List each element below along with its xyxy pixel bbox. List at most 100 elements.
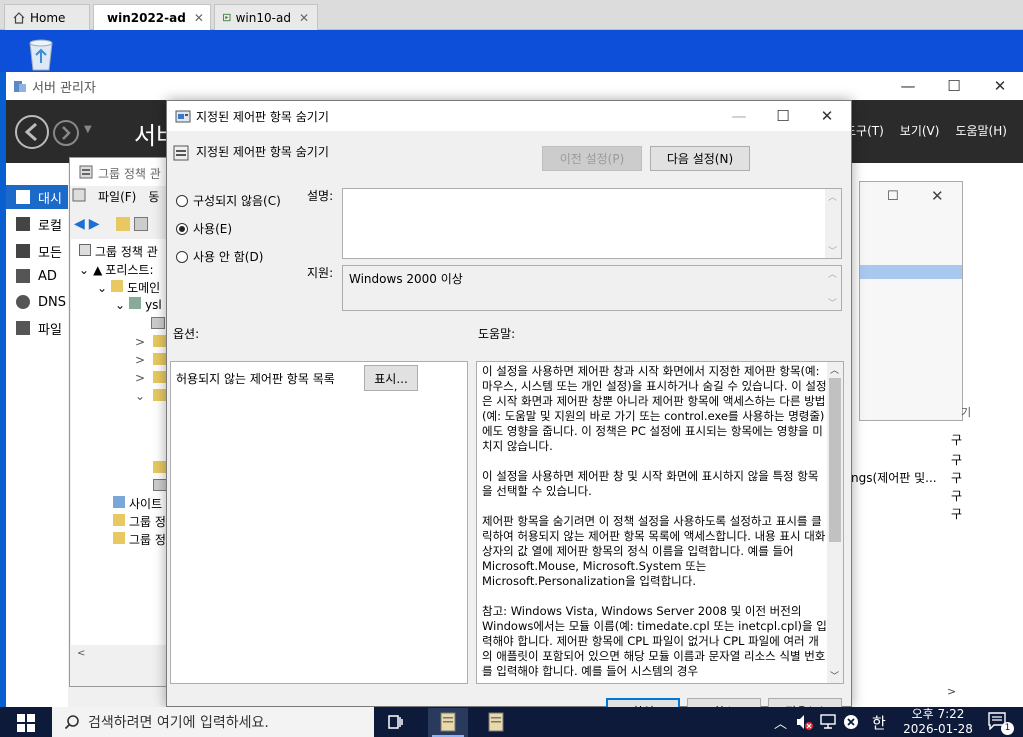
expand-icon[interactable]: >: [135, 353, 145, 367]
scroll-left-icon[interactable]: <: [77, 648, 85, 659]
close-button[interactable]: ✕: [977, 72, 1023, 100]
nav-dns[interactable]: DNS: [16, 290, 66, 314]
minimize-button[interactable]: —: [885, 72, 931, 100]
wmi-folder-icon[interactable]: [153, 479, 167, 491]
ou-folder-icon[interactable]: [153, 335, 167, 347]
back-arrow-icon[interactable]: ◀: [74, 216, 85, 232]
expand-icon[interactable]: >: [135, 371, 145, 385]
minimize-button[interactable]: —: [716, 102, 762, 130]
tree-sites[interactable]: 사이트: [113, 495, 162, 512]
notepad-icon: [440, 712, 456, 732]
expand-icon[interactable]: ⌄: [97, 281, 107, 295]
gp-menubar: 파일(F) 동: [72, 188, 168, 208]
restore-icon[interactable]: ☐: [887, 189, 899, 204]
results-icon: [113, 532, 125, 544]
expand-icon[interactable]: >: [135, 335, 145, 349]
taskbar-app-server-manager[interactable]: [428, 708, 468, 737]
next-setting-button[interactable]: 다음 설정(N): [650, 146, 750, 171]
radio-disabled[interactable]: 사용 안 함(D): [176, 248, 263, 265]
scroll-right-icon[interactable]: >: [947, 685, 956, 698]
close-button[interactable]: ✕: [804, 102, 850, 130]
forest-icon: ▲: [93, 263, 103, 277]
tree-forest[interactable]: ⌄ ▲ 포리스트:: [79, 261, 154, 278]
horizontal-scrollbar[interactable]: <: [71, 645, 167, 661]
notification-center[interactable]: 1: [988, 712, 1014, 735]
nav-file[interactable]: 파일: [16, 316, 62, 340]
nav-dashboard[interactable]: 대시: [16, 185, 62, 209]
taskbar-app-gpmc[interactable]: [476, 708, 516, 737]
modeling-icon: [113, 514, 125, 526]
close-tab-icon[interactable]: ✕: [299, 11, 309, 25]
ou-folder-icon[interactable]: [153, 389, 167, 401]
help-paragraph: 제어판 항목을 숨기려면 이 정책 설정을 사용하도록 설정하고 표시를 클릭하…: [482, 514, 826, 588]
window-title: 그룹 정책 관: [98, 167, 161, 181]
menu-action[interactable]: 동: [148, 188, 159, 208]
scroll-up-icon[interactable]: ︿: [830, 363, 839, 376]
forward-arrow-icon[interactable]: ▶: [89, 216, 100, 232]
network-icon[interactable]: [819, 714, 837, 730]
tree-domains[interactable]: ⌄ 도메인: [97, 279, 160, 296]
recycle-bin-icon[interactable]: [22, 37, 60, 71]
forward-icon[interactable]: [52, 119, 80, 147]
show-button[interactable]: 표시...: [364, 365, 418, 391]
tree-root[interactable]: 그룹 정책 관: [79, 243, 158, 260]
server-icon: [16, 217, 30, 231]
nav-ad[interactable]: AD: [16, 264, 57, 288]
scrollbar-thumb[interactable]: [829, 378, 841, 542]
maximize-button[interactable]: ☐: [760, 102, 806, 130]
menu-view[interactable]: 보기(V): [900, 122, 940, 139]
gpo-icon[interactable]: [151, 317, 165, 329]
scroll-down-icon[interactable]: ﹀: [830, 669, 839, 682]
comment-textarea[interactable]: ︿ ﹀: [342, 188, 842, 259]
window-title: 서버 관리자: [32, 80, 96, 96]
ou-folder-icon[interactable]: [153, 371, 167, 383]
clock[interactable]: 오후 7:22 2026-01-28: [900, 707, 976, 737]
console-icon[interactable]: [133, 217, 148, 231]
dialog-title: 지정된 제어판 항목 숨기기: [196, 110, 329, 124]
gpo-folder-icon[interactable]: [153, 461, 167, 473]
nav-all-servers[interactable]: 모든: [16, 239, 62, 263]
close-icon[interactable]: ✕: [931, 187, 944, 205]
clock-time: 오후 7:22: [911, 707, 965, 721]
close-tab-icon[interactable]: ✕: [194, 11, 204, 25]
gp-toolbar: ◀ ▶: [74, 214, 168, 234]
comment-scrollbar[interactable]: ︿ ﹀: [825, 189, 841, 258]
speaker-muted-icon[interactable]: [795, 713, 813, 731]
tab-win2022-ad[interactable]: win2022-ad ✕: [93, 4, 211, 30]
gp-tree-pane: 그룹 정책 관 ⌄ ▲ 포리스트: ⌄ 도메인 ⌄ ysl > > > ⌄ 사이트 그룹…: [71, 239, 167, 659]
expand-icon[interactable]: ⌄: [115, 298, 125, 312]
help-scrollbar[interactable]: ︿ ﹀: [827, 362, 843, 683]
list-item: 구: [951, 489, 963, 503]
document-icon: [488, 712, 504, 732]
expand-icon[interactable]: ⌄: [79, 263, 89, 277]
nav-local-server[interactable]: 로컬: [16, 212, 62, 236]
tree-domain[interactable]: ⌄ ysl: [115, 297, 162, 312]
domain-icon: [129, 297, 142, 309]
menu-help[interactable]: 도움말(H): [955, 122, 1007, 139]
maximize-button[interactable]: ☐: [931, 72, 977, 100]
previous-setting-button[interactable]: 이전 설정(P): [542, 146, 642, 171]
expand-icon[interactable]: ⌄: [135, 389, 145, 403]
tab-home[interactable]: Home: [4, 4, 90, 30]
radio-circle: [176, 250, 188, 263]
server-manager-menu: 도구(T) 보기(V) 도움말(H): [845, 122, 1007, 139]
tab-win10-ad[interactable]: win10-ad ✕: [214, 4, 318, 30]
windows-start-icon[interactable]: [17, 714, 35, 732]
tree-gp-modeling[interactable]: 그룹 정: [113, 513, 166, 530]
dropdown-icon[interactable]: ▼: [84, 124, 92, 135]
back-icon[interactable]: [14, 114, 50, 150]
radio-not-configured[interactable]: 구성되지 않음(C): [176, 192, 281, 209]
ime-indicator[interactable]: 한: [872, 712, 886, 733]
chevron-up-icon[interactable]: ︿: [774, 713, 787, 732]
radio-enabled[interactable]: 사용(E): [176, 220, 232, 237]
supported-scrollbar[interactable]: ︿ ﹀: [825, 266, 841, 310]
task-view-icon[interactable]: [386, 713, 404, 731]
ou-folder-icon[interactable]: [153, 353, 167, 365]
menu-file[interactable]: 파일(F): [98, 188, 136, 208]
taskbar-search-box[interactable]: 검색하려면 여기에 입력하세요.: [52, 707, 374, 737]
help-paragraph: 이 설정을 사용하면 제어판 창 및 시작 화면에 표시하지 않을 특정 항목을…: [482, 469, 819, 498]
folder-icon[interactable]: [115, 217, 130, 231]
tree-gp-results[interactable]: 그룹 정: [113, 531, 166, 548]
error-icon[interactable]: [843, 714, 859, 730]
servers-icon: [16, 244, 30, 258]
